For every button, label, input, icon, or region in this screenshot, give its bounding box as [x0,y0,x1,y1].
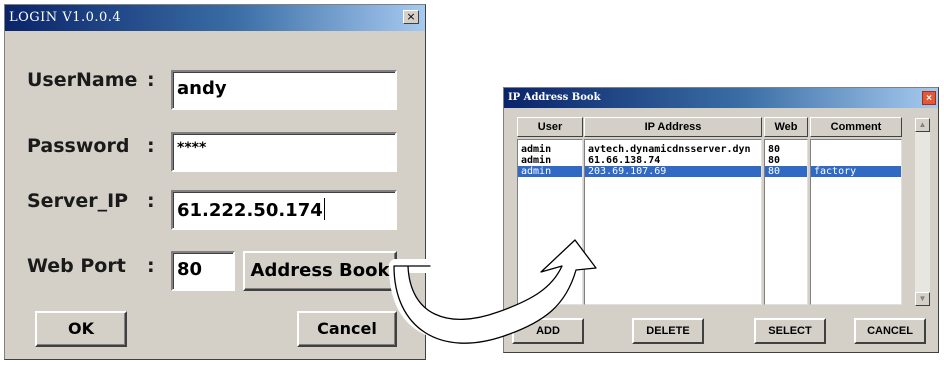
web-port-colon: : [147,255,155,277]
list-item[interactable]: admin [518,155,582,166]
column-header-web[interactable]: Web [764,117,808,137]
list-item[interactable] [811,155,901,166]
username-colon: : [147,69,155,91]
list-item[interactable]: admin [518,144,582,155]
list-item-selected[interactable]: admin [518,166,582,177]
web-port-field[interactable]: 80 [171,251,235,291]
scrollbar-track[interactable] [915,132,930,292]
address-book-title: IP Address Book [508,92,601,103]
column-header-comment[interactable]: Comment [810,117,902,137]
ip-address-list[interactable]: avtech.dynamicdnsserver.dyn 61.66.138.74… [584,139,762,305]
list-item[interactable]: 80 [765,155,807,166]
password-colon: : [147,135,155,157]
server-ip-value: 61.222.50.174 [177,200,323,221]
cancel-button[interactable]: CANCEL [854,318,926,344]
comment-list[interactable]: factory [810,139,902,305]
username-label: UserName [27,69,138,91]
list-item-selected[interactable]: factory [811,166,901,177]
address-book-title-bar[interactable]: IP Address Book × [504,88,938,108]
password-label: Password [27,135,130,157]
list-item[interactable]: avtech.dynamicdnsserver.dyn [585,144,761,155]
login-window-title: LOGIN V1.0.0.4 [9,10,122,25]
user-list[interactable]: admin admin admin [517,139,583,305]
column-header-ip-address[interactable]: IP Address [584,117,762,137]
web-port-label: Web Port [27,255,126,277]
list-item-selected[interactable]: 80 [765,166,807,177]
scroll-down-icon[interactable]: ▼ [915,292,930,306]
ip-address-book-window: IP Address Book × User IP Address Web Co… [503,87,939,353]
list-item[interactable]: 61.66.138.74 [585,155,761,166]
web-port-value: 80 [177,259,203,280]
username-value: andy [177,78,227,99]
list-item[interactable] [811,144,901,155]
address-book-button[interactable]: Address Book [243,251,397,291]
ok-button[interactable]: OK [35,311,127,347]
username-field[interactable]: andy [171,70,397,110]
column-header-user[interactable]: User [517,117,583,137]
add-button[interactable]: ADD [512,318,584,344]
cancel-button[interactable]: Cancel [297,311,397,347]
password-field[interactable]: **** [171,132,397,172]
web-port-list[interactable]: 80 80 80 [764,139,808,305]
text-cursor [323,198,325,220]
delete-button[interactable]: DELETE [632,318,704,344]
list-item[interactable]: 80 [765,144,807,155]
server-ip-field[interactable]: 61.222.50.174 [171,190,397,230]
server-ip-label: Server_IP [27,190,129,212]
select-button[interactable]: SELECT [754,318,826,344]
close-icon[interactable]: × [403,10,419,24]
scroll-up-icon[interactable]: ▲ [915,118,930,132]
list-item-selected[interactable]: 203.69.107.69 [585,166,761,177]
server-ip-colon: : [147,190,155,212]
login-window: LOGIN V1.0.0.4 × UserName : andy Passwor… [4,4,426,360]
password-value: **** [177,140,207,156]
close-icon[interactable]: × [922,91,936,105]
login-title-bar[interactable]: LOGIN V1.0.0.4 × [5,5,425,31]
